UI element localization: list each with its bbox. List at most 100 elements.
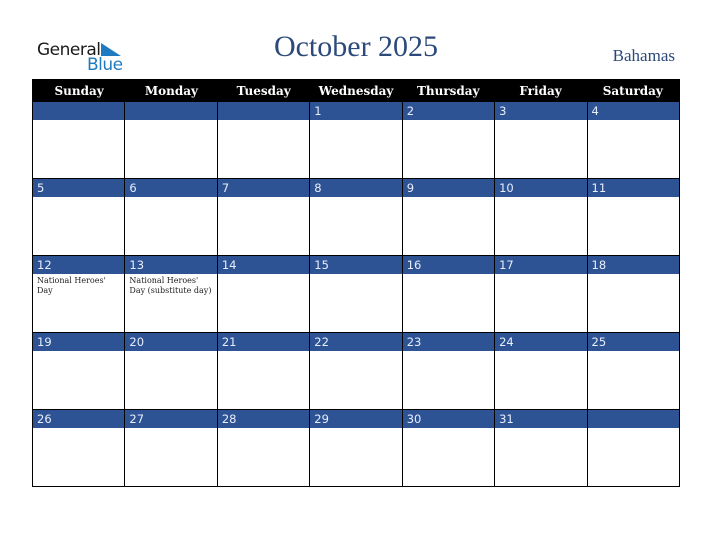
day-cell[interactable]: 13 National Heroes' Day (substitute day) <box>124 256 217 332</box>
day-cell[interactable]: 5 <box>33 179 125 255</box>
day-number: 2 <box>402 102 495 120</box>
day-number: 31 <box>495 410 587 428</box>
week-row: 12 National Heroes' Day 13 National Heroes'… <box>33 255 679 332</box>
weekday-wednesday: Wednesday <box>318 84 394 98</box>
day-number: 3 <box>495 102 587 120</box>
week-row: 5 6 7 8 9 10 11 <box>33 178 679 255</box>
week-row: 1234 <box>33 102 679 178</box>
day-number: 13 <box>125 256 217 274</box>
day-cell[interactable]: 4 <box>586 102 679 178</box>
week-row: 19 20 21 22 23 24 25 <box>33 332 679 409</box>
day-event <box>403 428 494 486</box>
day-event <box>125 120 216 178</box>
day-event <box>310 120 401 178</box>
day-number: 21 <box>217 333 310 351</box>
weeks-container: 1 2 3 4 5 6 7 8 9 10 11 12 National Heroes' Day 13 Nat… <box>33 102 679 486</box>
day-number <box>33 102 125 120</box>
day-number: 25 <box>587 333 679 351</box>
day-cell[interactable]: 15 <box>309 256 402 332</box>
day-cell[interactable] <box>33 102 125 178</box>
day-cell[interactable]: 19 <box>33 333 125 409</box>
day-cell[interactable]: 31 <box>494 410 587 486</box>
day-cell[interactable]: 8 <box>309 179 402 255</box>
weekday-thursday: Thursday <box>416 84 480 98</box>
day-cell[interactable]: 9 <box>401 179 495 255</box>
day-event <box>218 274 309 332</box>
day-event <box>218 351 309 409</box>
weekday-friday: Friday <box>519 84 562 98</box>
day-number <box>217 102 310 120</box>
day-number: 24 <box>495 333 587 351</box>
day-cell[interactable]: 3 <box>494 102 587 178</box>
day-event <box>588 120 679 178</box>
day-cell[interactable]: 25 <box>586 333 679 409</box>
day-event <box>125 351 216 409</box>
day-number: 28 <box>217 410 310 428</box>
day-cell[interactable]: 17 <box>494 256 587 332</box>
day-cell[interactable]: 30 <box>401 410 495 486</box>
day-number: 16 <box>402 256 495 274</box>
day-cell[interactable] <box>586 410 679 486</box>
weekday-monday: Monday <box>144 84 198 98</box>
day-cell[interactable]: 12 National Heroes' Day <box>33 256 125 332</box>
day-cell[interactable]: 7 <box>216 179 310 255</box>
day-number <box>587 410 679 428</box>
day-event <box>495 428 586 486</box>
day-cell[interactable]: 29 <box>309 410 402 486</box>
day-cell[interactable]: 20 <box>124 333 217 409</box>
day-cell[interactable]: 22 <box>309 333 402 409</box>
day-number: 23 <box>402 333 495 351</box>
day-event <box>33 197 124 255</box>
day-cell[interactable]: 26 <box>33 410 125 486</box>
country-label: Bahamas <box>612 46 675 65</box>
day-number: 27 <box>125 410 217 428</box>
day-number: 4 <box>587 102 679 120</box>
day-event <box>403 351 494 409</box>
day-cell[interactable]: 16 <box>401 256 495 332</box>
day-event <box>495 351 586 409</box>
day-event <box>310 274 401 332</box>
day-number: 14 <box>217 256 310 274</box>
day-cell[interactable] <box>216 102 310 178</box>
day-number: 10 <box>495 179 587 197</box>
day-event <box>125 428 216 486</box>
day-cell[interactable]: 6 <box>124 179 217 255</box>
calendar-title: October 2025 <box>273 30 439 63</box>
day-event <box>588 351 679 409</box>
weekday-saturday: Saturday <box>602 84 663 98</box>
day-cell[interactable] <box>124 102 217 178</box>
day-event <box>33 120 124 178</box>
day-cell[interactable]: 24 <box>494 333 587 409</box>
day-cell[interactable]: 10 <box>494 179 587 255</box>
weekday-header-row: Sunday Monday Tuesday Wednesday Thursday… <box>33 80 679 102</box>
day-event <box>310 351 401 409</box>
day-number: 22 <box>310 333 402 351</box>
day-event <box>495 197 586 255</box>
day-event <box>588 197 679 255</box>
day-event <box>588 428 679 486</box>
day-number: 8 <box>310 179 402 197</box>
day-cell[interactable]: 23 <box>401 333 495 409</box>
day-cell[interactable]: 21 <box>216 333 310 409</box>
day-cell[interactable]: 11 <box>586 179 679 255</box>
day-number <box>125 102 217 120</box>
day-cell[interactable]: 28 <box>216 410 310 486</box>
day-number: 11 <box>587 179 679 197</box>
day-number: 1 <box>310 102 402 120</box>
day-number: 17 <box>495 256 587 274</box>
day-cell[interactable]: 27 <box>124 410 217 486</box>
day-cell[interactable]: 1 <box>309 102 402 178</box>
day-number: 6 <box>125 179 217 197</box>
day-cell[interactable]: 14 <box>216 256 310 332</box>
day-number: 5 <box>33 179 125 197</box>
day-cell[interactable]: 18 <box>586 256 679 332</box>
day-event: National Heroes' Day <box>37 276 106 295</box>
weekday-sunday: Sunday <box>54 84 104 98</box>
day-event <box>403 274 494 332</box>
day-number: 9 <box>402 179 495 197</box>
weekday-tuesday: Tuesday <box>236 84 291 98</box>
day-number: 29 <box>310 410 402 428</box>
day-cell[interactable]: 2 <box>401 102 495 178</box>
day-number: 18 <box>587 256 679 274</box>
day-event <box>125 197 216 255</box>
